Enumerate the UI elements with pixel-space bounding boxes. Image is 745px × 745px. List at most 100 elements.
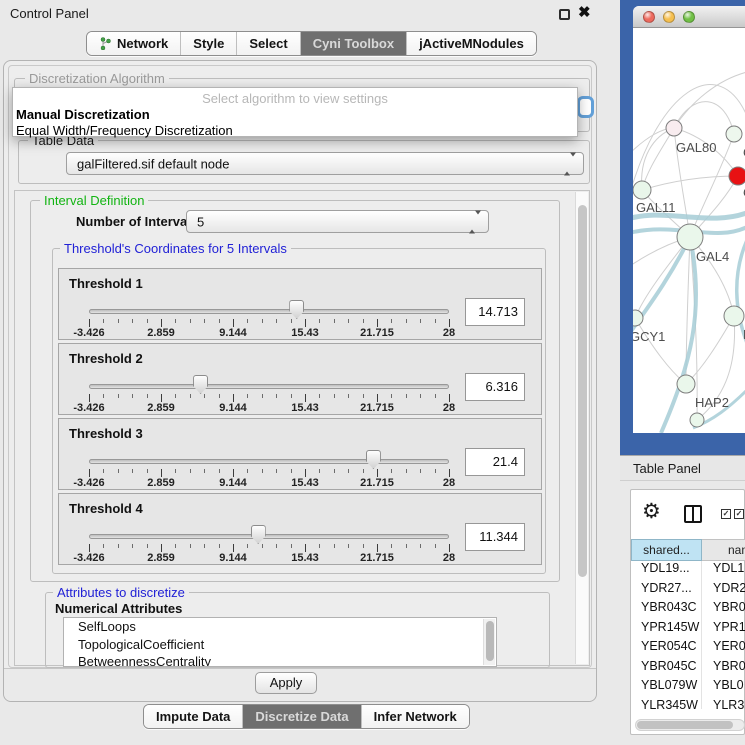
tab-jactivemnodules[interactable]: jActiveMNodules [407,32,536,55]
tick-mark [103,319,104,323]
slider-track[interactable] [89,534,449,539]
menu-item-equal-width-frequency[interactable]: Equal Width/Frequency Discretization [16,123,233,138]
table-body: YDL19...YDL1YDR27...YDR2YBR043CYBR0YPR14… [631,561,745,709]
network-node-gal11[interactable] [633,181,651,199]
network-node-ga[interactable] [726,126,742,142]
gear-icon[interactable]: ⚙ [642,501,661,522]
tab-cyni-toolbox[interactable]: Cyni Toolbox [301,32,407,55]
thresholds-list: Threshold 1-3.4262.8599.14415.4321.71528… [58,268,542,568]
table-row[interactable]: YPR145WYPR1 [631,620,745,640]
table-data-combobox[interactable]: galFiltered.sif default node [66,152,584,175]
algorithm-popup: Select algorithm to view settings Manual… [12,87,578,137]
table-row[interactable]: YBR043CYBR0 [631,600,745,620]
network-node-gal4[interactable] [677,224,703,250]
apply-button[interactable]: Apply [255,672,317,694]
slider-thumb[interactable] [193,375,208,394]
scrollbar-thumb[interactable] [578,205,587,577]
network-edge[interactable] [674,72,745,128]
float-panel-icon[interactable] [559,9,570,20]
network-edge[interactable] [642,176,738,190]
threshold-value-field[interactable]: 11.344 [465,523,525,551]
tab-impute-data[interactable]: Impute Data [144,705,243,728]
threshold-value-field[interactable]: 6.316 [465,373,525,401]
table-row[interactable]: YBR045CYBR0 [631,659,745,679]
algorithm-combobox-focus-ring[interactable] [577,96,594,118]
tick-mark [435,394,436,398]
table-row[interactable]: YBL079WYBL0 [631,678,745,698]
tick-mark [147,469,148,473]
attributes-list-scrollbar[interactable] [483,619,495,665]
tick-mark [103,469,104,473]
settings-vertical-scrollbar[interactable] [575,192,588,664]
menu-item-manual-discretization[interactable]: Manual Discretization [16,107,150,122]
checkbox-icon[interactable]: ✓ [734,509,744,519]
network-edge[interactable] [674,102,734,134]
tick-mark [89,544,90,552]
network-node[interactable] [690,413,704,427]
network-node-h[interactable] [724,306,744,326]
numerical-attributes-list[interactable]: SelfLoopsTopologicalCoefficientBetweenne… [63,617,497,667]
column-header-shared-name[interactable]: shared... [631,539,702,561]
slider-track[interactable] [89,384,449,389]
slider-thumb[interactable] [289,300,304,319]
tab-network[interactable]: Network [87,32,181,55]
column-header-name[interactable]: name [702,539,745,561]
network-node-c[interactable] [729,167,745,185]
tab-select[interactable]: Select [237,32,300,55]
slider-thumb[interactable] [366,450,381,469]
tick-mark [435,319,436,323]
tab-infer-network[interactable]: Infer Network [362,705,469,728]
tick-mark [291,544,292,548]
table-row[interactable]: YER054CYER0 [631,639,745,659]
slider-thumb[interactable] [251,525,266,544]
list-item[interactable]: TopologicalCoefficient [64,636,496,654]
tab-style[interactable]: Style [181,32,237,55]
zoom-traffic-light[interactable] [683,11,695,23]
network-node-gal80[interactable] [666,120,682,136]
tab-discretize-data[interactable]: Discretize Data [243,705,361,728]
slider-tick-labels: -3.4262.8599.14415.4321.71528 [89,477,449,489]
num-intervals-label: Number of Intervals [76,214,198,229]
network-canvas[interactable]: GAL80GACGAL11GAL4GCY1HHAP2 [633,28,745,433]
tick-mark [363,469,364,473]
network-edge-highlighted[interactable] [633,237,690,340]
table-row[interactable]: YLR345WYLR3 [631,698,745,710]
network-node-gcy1[interactable] [633,310,643,326]
split-column-icon[interactable] [684,505,702,523]
tick-mark [233,319,234,327]
network-window-titlebar[interactable] [633,6,745,28]
tick-label: -3.426 [66,552,112,564]
list-item[interactable]: BetweennessCentrality [64,653,496,667]
table-horizontal-scrollbar[interactable] [635,719,745,731]
scrollbar-thumb[interactable] [486,621,494,661]
network-node-hap2[interactable] [677,375,695,393]
threshold-value-field[interactable]: 21.4 [465,448,525,476]
tick-mark [449,394,450,402]
panel-title: Control Panel [10,6,89,21]
network-edge-highlighted[interactable] [661,237,696,433]
tick-mark [420,394,421,398]
checkbox-icon[interactable]: ✓ [721,509,731,519]
network-edge[interactable] [642,128,674,190]
cell-name: YBL0 [702,678,745,698]
num-intervals-combobox[interactable]: 5 [186,210,489,233]
tick-mark [420,319,421,323]
minimize-traffic-light[interactable] [663,11,675,23]
tick-mark [89,394,90,402]
network-edge[interactable] [642,128,674,190]
tick-mark [161,394,162,402]
cell-name: YPR1 [702,620,745,640]
network-edge[interactable] [635,318,686,384]
slider-ticks [89,469,449,477]
tick-label: 2.859 [138,327,184,339]
slider-track[interactable] [89,459,449,464]
table-row[interactable]: YDL19...YDL1 [631,561,745,581]
threshold-value-field[interactable]: 14.713 [465,298,525,326]
slider-track[interactable] [89,309,449,314]
table-row[interactable]: YDR27...YDR2 [631,581,745,601]
list-item[interactable]: SelfLoops [64,618,496,636]
tick-label: 2.859 [138,402,184,414]
scrollbar-thumb[interactable] [637,721,733,729]
close-icon[interactable]: ✖ [578,3,591,21]
close-traffic-light[interactable] [643,11,655,23]
